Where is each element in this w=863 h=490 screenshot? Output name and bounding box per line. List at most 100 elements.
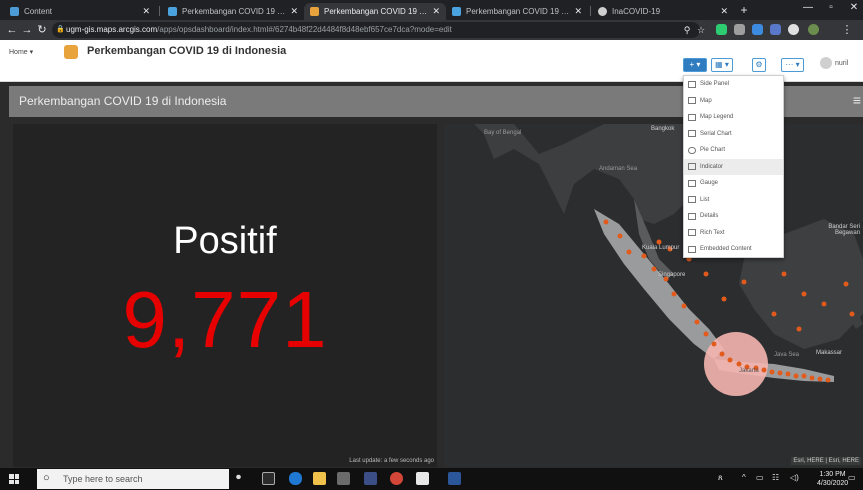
- rich-text-icon: [688, 229, 696, 237]
- close-icon[interactable]: ✕: [574, 6, 582, 17]
- indicator-icon: [688, 163, 696, 171]
- address-bar[interactable]: 🔒 ugm-gis.maps.arcgis.com/apps/opsdashboa…: [52, 22, 700, 38]
- tab-label: Perkembangan COVID 19 di In: [182, 7, 287, 16]
- avatar: [820, 57, 832, 69]
- file-explorer-icon[interactable]: [313, 472, 326, 485]
- browser-tab-dashboard-1[interactable]: Perkembangan COVID 19 di In ✕: [162, 3, 304, 20]
- word-icon[interactable]: [448, 472, 461, 485]
- side-panel-icon: [688, 80, 696, 88]
- windows-start-icon[interactable]: [9, 474, 19, 484]
- last-update-text: Last update: a few seconds ago: [349, 458, 434, 464]
- microphone-icon[interactable]: ⏺: [236, 472, 249, 485]
- menu-item-map[interactable]: Map: [684, 93, 783, 110]
- edge-icon[interactable]: [289, 472, 302, 485]
- menu-item-indicator[interactable]: Indicator: [684, 158, 783, 175]
- extension-icon[interactable]: [788, 24, 799, 35]
- new-tab-button[interactable]: +: [737, 4, 751, 18]
- extension-icon[interactable]: [716, 24, 727, 35]
- menu-item-label: Rich Text: [700, 229, 725, 236]
- forward-icon[interactable]: →: [20, 23, 34, 37]
- tab-favicon: [598, 7, 607, 16]
- battery-icon[interactable]: ▭: [756, 473, 764, 482]
- extension-icon[interactable]: [752, 24, 763, 35]
- menu-item-label: Map: [700, 97, 712, 104]
- app-icon[interactable]: [337, 472, 350, 485]
- map-icon: [688, 97, 696, 105]
- taskbar-search-box[interactable]: ○ Type here to search: [37, 469, 229, 489]
- menu-item-gauge[interactable]: Gauge: [684, 175, 783, 192]
- tab-label: Perkembangan COVID 19 di In: [324, 7, 429, 16]
- app-title: Perkembangan COVID 19 di Indonesia: [87, 45, 287, 57]
- browser-tab-dashboard-active[interactable]: Perkembangan COVID 19 di In ✕: [304, 3, 446, 20]
- home-label: Home: [9, 49, 28, 56]
- pie-chart-icon: [688, 146, 696, 154]
- tab-label: Perkembangan COVID 19 di In: [466, 7, 571, 16]
- back-icon[interactable]: ←: [5, 23, 19, 37]
- search-icon: ○: [43, 472, 50, 484]
- menu-item-label: Serial Chart: [700, 130, 732, 137]
- details-icon: [688, 212, 696, 220]
- menu-item-list[interactable]: List: [684, 192, 783, 209]
- menu-item-label: List: [700, 196, 710, 203]
- dashboard-title: Perkembangan COVID 19 di Indonesia: [19, 94, 227, 108]
- map-widget[interactable]: Bay of Bengal Andaman Sea Bangkok Kuala …: [444, 124, 863, 467]
- taskbar-clock[interactable]: 1:30 PM 4/30/2020: [817, 470, 848, 488]
- menu-item-embedded-content[interactable]: Embedded Content: [684, 241, 783, 258]
- gear-icon[interactable]: ⚙: [752, 58, 766, 72]
- indicator-widget[interactable]: Positif 9,771 Last update: a few seconds…: [13, 124, 437, 467]
- map-label: Bangkok: [651, 126, 675, 132]
- menu-item-details[interactable]: Details: [684, 208, 783, 225]
- extension-icon[interactable]: [734, 24, 745, 35]
- layout-button[interactable]: ▦ ▾: [711, 58, 733, 72]
- add-widget-button[interactable]: + ▾: [683, 58, 707, 72]
- app-icon[interactable]: [364, 472, 377, 485]
- close-icon[interactable]: ✕: [720, 6, 728, 17]
- menu-item-side-panel[interactable]: Side Panel: [684, 76, 783, 93]
- reload-icon[interactable]: ↻: [35, 23, 49, 37]
- indicator-title: Positif: [173, 220, 277, 262]
- star-icon[interactable]: ☆: [694, 23, 708, 37]
- menu-item-label: Map Legend: [700, 114, 734, 121]
- browser-tab-inacovid[interactable]: InaCOVID-19 ✕: [592, 3, 734, 20]
- menu-item-label: Gauge: [700, 180, 719, 187]
- volume-icon[interactable]: ◁): [790, 473, 799, 482]
- app-icon[interactable]: [416, 472, 429, 485]
- people-icon[interactable]: ጸ: [718, 473, 723, 483]
- browser-tab-content[interactable]: Content ✕: [4, 3, 156, 20]
- close-icon[interactable]: ✕: [142, 6, 150, 17]
- search-icon[interactable]: ⚲: [680, 23, 694, 37]
- menu-item-rich-text[interactable]: Rich Text: [684, 225, 783, 242]
- tab-favicon: [10, 7, 19, 16]
- add-widget-menu: Side Panel Map Map Legend Serial Chart P…: [683, 75, 784, 258]
- menu-item-pie-chart[interactable]: Pie Chart: [684, 142, 783, 159]
- map-label: Bay of Bengal: [484, 130, 522, 136]
- tab-favicon: [168, 7, 177, 16]
- network-icon[interactable]: ☷: [772, 473, 779, 482]
- notifications-icon[interactable]: ▭: [848, 473, 856, 482]
- show-hidden-icons-icon[interactable]: ^: [742, 473, 746, 482]
- menu-item-map-legend[interactable]: Map Legend: [684, 109, 783, 126]
- tab-divider: [159, 6, 160, 16]
- close-icon[interactable]: ✕: [290, 6, 298, 17]
- tab-favicon: [452, 7, 461, 16]
- hamburger-menu-icon[interactable]: ≡: [853, 92, 861, 108]
- window-close-icon[interactable]: ✕: [840, 2, 863, 13]
- more-options-button[interactable]: ··· ▾: [781, 58, 804, 72]
- user-menu[interactable]: nuril: [820, 57, 848, 69]
- close-icon[interactable]: ✕: [432, 6, 440, 17]
- indicator-value: 9,771: [122, 275, 328, 364]
- browser-tab-dashboard-3[interactable]: Perkembangan COVID 19 di In ✕: [446, 3, 588, 20]
- windows-taskbar: ○ Type here to search ⏺ ጸ ^ ▭ ☷ ◁) 1:30 …: [0, 468, 863, 490]
- chrome-icon[interactable]: [390, 472, 403, 485]
- tab-favicon: [310, 7, 319, 16]
- browser-tab-strip: Content ✕ Perkembangan COVID 19 di In ✕ …: [0, 0, 863, 20]
- basemap: [474, 124, 863, 396]
- profile-avatar[interactable]: [808, 24, 819, 35]
- task-view-icon[interactable]: [262, 472, 275, 485]
- home-menu[interactable]: Home ▾: [9, 48, 33, 56]
- menu-item-serial-chart[interactable]: Serial Chart: [684, 126, 783, 143]
- extension-icon[interactable]: [770, 24, 781, 35]
- browser-toolbar: ← → ↻ 🔒 ugm-gis.maps.arcgis.com/apps/opsd…: [0, 20, 863, 40]
- kebab-menu-icon[interactable]: ⋮: [840, 23, 854, 37]
- map-label: Java Sea: [774, 352, 800, 358]
